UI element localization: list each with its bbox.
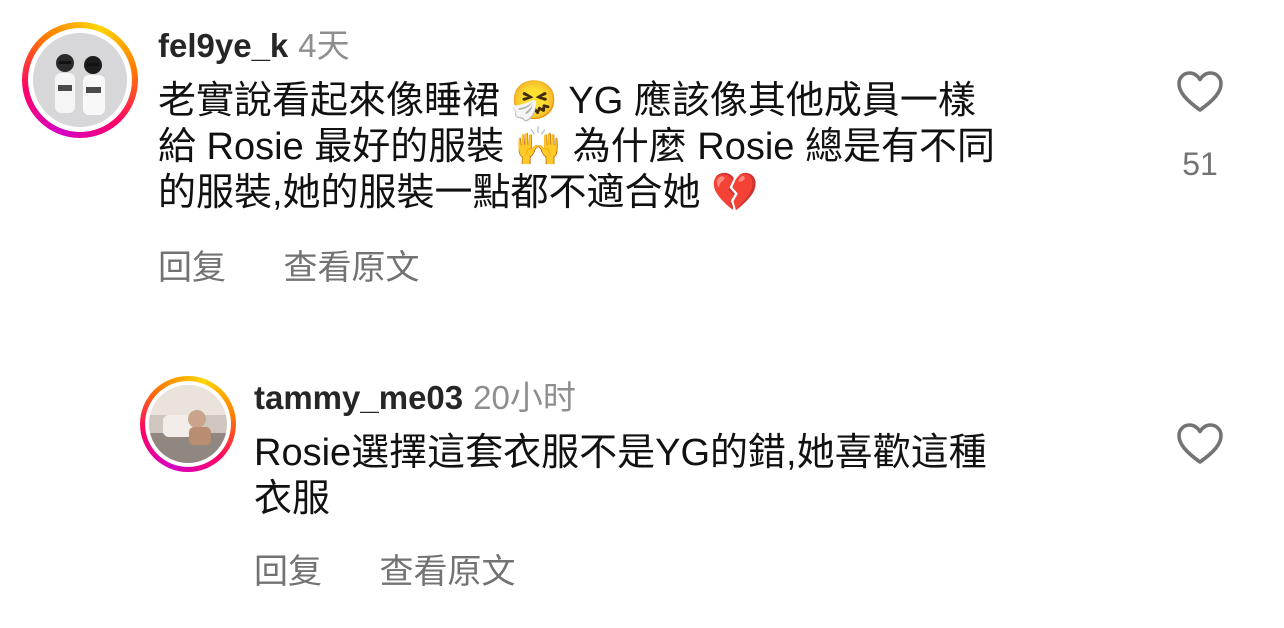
timestamp: 4天 (298, 27, 350, 64)
reply-button[interactable]: 回复 (158, 248, 226, 288)
comment-actions: 回复 查看原文 (158, 248, 419, 288)
comment-header: fel9ye_k 4天 (158, 26, 350, 66)
avatar-photo-icon (33, 33, 127, 127)
comment-text-line: 衣服 (254, 478, 331, 520)
username[interactable]: tammy_me03 (254, 379, 463, 416)
avatar-story-ring[interactable] (22, 22, 138, 138)
comment-text-line: Rosie選擇這套衣服不是YG的錯,她喜歡這種 (254, 432, 987, 474)
comment-header: tammy_me03 20小时 (254, 378, 576, 418)
heart-outline-icon[interactable] (1176, 70, 1224, 114)
avatar-story-ring[interactable] (140, 376, 236, 472)
reply-button[interactable]: 回复 (254, 552, 322, 592)
timestamp: 20小时 (473, 379, 576, 416)
comment-text-line: 的服裝,她的服裝一點都不適合她 💔 (158, 172, 759, 214)
comment-text: 老實說看起來像睡裙 🤧 YG 應該像其他成員一樣 給 Rosie 最好的服裝 🙌… (158, 78, 1118, 216)
see-original-button[interactable]: 查看原文 (283, 248, 419, 288)
comment-1: fel9ye_k 4天 老實說看起來像睡裙 🤧 YG 應該像其他成員一樣 給 Ro… (0, 0, 1284, 310)
username[interactable]: fel9ye_k (158, 27, 288, 64)
heart-outline-icon[interactable] (1176, 422, 1224, 466)
avatar (149, 385, 227, 463)
comment-text: Rosie選擇這套衣服不是YG的錯,她喜歡這種 衣服 (254, 430, 1134, 522)
comment-text-line: 給 Rosie 最好的服裝 🙌 為什麼 Rosie 總是有不同 (158, 126, 995, 168)
comment-2: tammy_me03 20小时 Rosie選擇這套衣服不是YG的錯,她喜歡這種 衣… (0, 350, 1284, 628)
like-count: 51 (1182, 146, 1218, 182)
avatar (33, 33, 127, 127)
avatar-photo-icon (149, 385, 227, 463)
see-original-button[interactable]: 查看原文 (379, 552, 515, 592)
comment-text-line: 老實說看起來像睡裙 🤧 YG 應該像其他成員一樣 (158, 80, 976, 122)
comment-actions: 回复 查看原文 (254, 552, 515, 592)
